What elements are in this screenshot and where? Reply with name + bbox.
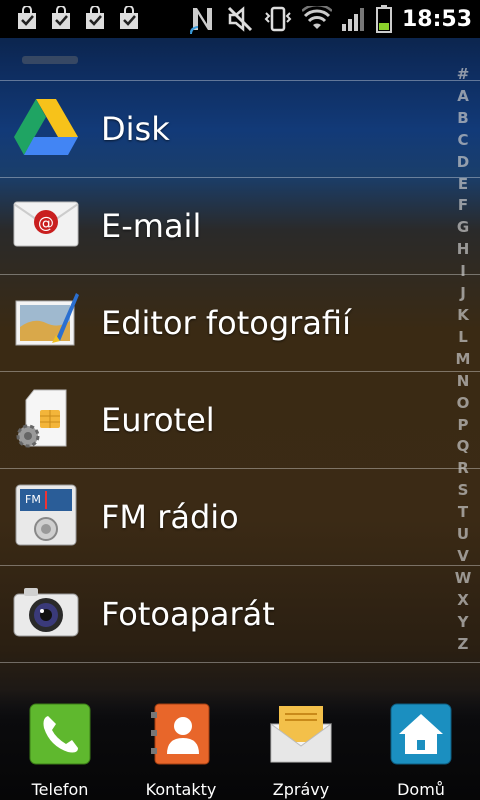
app-label: Editor fotografií: [101, 304, 351, 342]
vibrate-icon: [264, 6, 292, 32]
index-letter[interactable]: M: [456, 349, 471, 371]
status-bar[interactable]: 18:53: [0, 0, 480, 38]
index-letter[interactable]: R: [457, 458, 469, 480]
system-icons: 18:53: [189, 4, 472, 34]
index-letter[interactable]: K: [457, 305, 469, 327]
app-list[interactable]: Disk @ E-mail Editor fotografií Eurotel …: [0, 38, 480, 663]
list-item-partial[interactable]: [0, 38, 480, 81]
dock: Telefon Kontakty Zprávy Domů: [0, 690, 480, 800]
battery-icon: [375, 5, 392, 33]
index-letter[interactable]: B: [457, 108, 468, 130]
dock-label: Domů: [397, 780, 445, 799]
index-letter[interactable]: J: [460, 283, 466, 305]
dock-item-home[interactable]: Domů: [366, 702, 476, 799]
mute-icon: [227, 6, 253, 32]
index-letter[interactable]: O: [457, 393, 470, 415]
svg-text:@: @: [38, 213, 54, 232]
index-letter[interactable]: D: [457, 152, 469, 174]
list-item-fm-radio[interactable]: FM FM rádio: [0, 469, 480, 566]
alphabet-index[interactable]: # A B C D E F G H I J K L M N O P Q R S T U V W X Y Z: [452, 64, 474, 655]
dock-item-contacts[interactable]: Kontakty: [126, 702, 236, 799]
index-letter[interactable]: N: [457, 371, 470, 393]
dock-item-messages[interactable]: Zprávy: [246, 702, 356, 799]
dock-label: Zprávy: [272, 780, 330, 799]
index-letter[interactable]: H: [457, 239, 470, 261]
notification-bag-icon: [52, 6, 70, 29]
index-letter[interactable]: U: [457, 524, 469, 546]
list-item-email[interactable]: @ E-mail: [0, 178, 480, 275]
list-item-camera[interactable]: Fotoaparát: [0, 566, 480, 663]
photo-editor-icon: [15, 293, 79, 346]
index-letter[interactable]: Z: [458, 634, 469, 656]
index-letter[interactable]: T: [458, 502, 468, 524]
app-label: Eurotel: [101, 401, 215, 439]
index-letter[interactable]: F: [458, 195, 468, 217]
partial-icon: [22, 56, 78, 64]
dock-label: Telefon: [31, 780, 89, 799]
list-item-disk[interactable]: Disk: [0, 81, 480, 178]
index-letter[interactable]: G: [457, 217, 469, 239]
index-letter[interactable]: A: [457, 86, 469, 108]
index-letter[interactable]: V: [457, 546, 469, 568]
sim-toolkit-icon: [16, 389, 67, 448]
clock: 18:53: [401, 6, 472, 32]
email-icon: @: [13, 201, 79, 247]
app-label: FM rádio: [101, 498, 239, 536]
list-item-photo-editor[interactable]: Editor fotografií: [0, 275, 480, 372]
wifi-icon: [301, 6, 332, 29]
app-label: Fotoaparát: [101, 595, 275, 633]
index-letter[interactable]: P: [458, 415, 469, 437]
home-icon: [390, 703, 452, 765]
index-letter[interactable]: S: [458, 480, 469, 502]
index-letter[interactable]: Q: [457, 436, 470, 458]
index-letter[interactable]: E: [458, 174, 468, 196]
camera-icon: [13, 588, 79, 637]
contacts-icon: [151, 703, 210, 765]
index-letter[interactable]: C: [457, 130, 468, 152]
notification-bag-icon: [18, 6, 36, 29]
nfc-icon: [189, 8, 212, 34]
index-letter[interactable]: X: [457, 590, 469, 612]
app-label: E-mail: [101, 207, 202, 245]
notification-bag-icon: [86, 6, 104, 29]
phone-icon: [29, 703, 91, 765]
notification-bag-icon: [120, 6, 138, 29]
index-letter[interactable]: Y: [458, 612, 469, 634]
index-letter[interactable]: L: [458, 327, 468, 349]
signal-icon: [341, 8, 364, 31]
google-drive-icon: [14, 99, 78, 155]
notification-icons: [16, 6, 140, 30]
dock-label: Kontakty: [145, 780, 217, 799]
app-label: Disk: [101, 110, 170, 148]
index-letter[interactable]: W: [455, 568, 472, 590]
index-letter[interactable]: #: [457, 64, 470, 86]
list-item-eurotel[interactable]: Eurotel: [0, 372, 480, 469]
fm-radio-icon: FM: [15, 484, 77, 546]
dock-item-phone[interactable]: Telefon: [5, 702, 115, 799]
messages-icon: [270, 706, 332, 763]
index-letter[interactable]: I: [460, 261, 466, 283]
svg-text:FM: FM: [25, 493, 41, 506]
